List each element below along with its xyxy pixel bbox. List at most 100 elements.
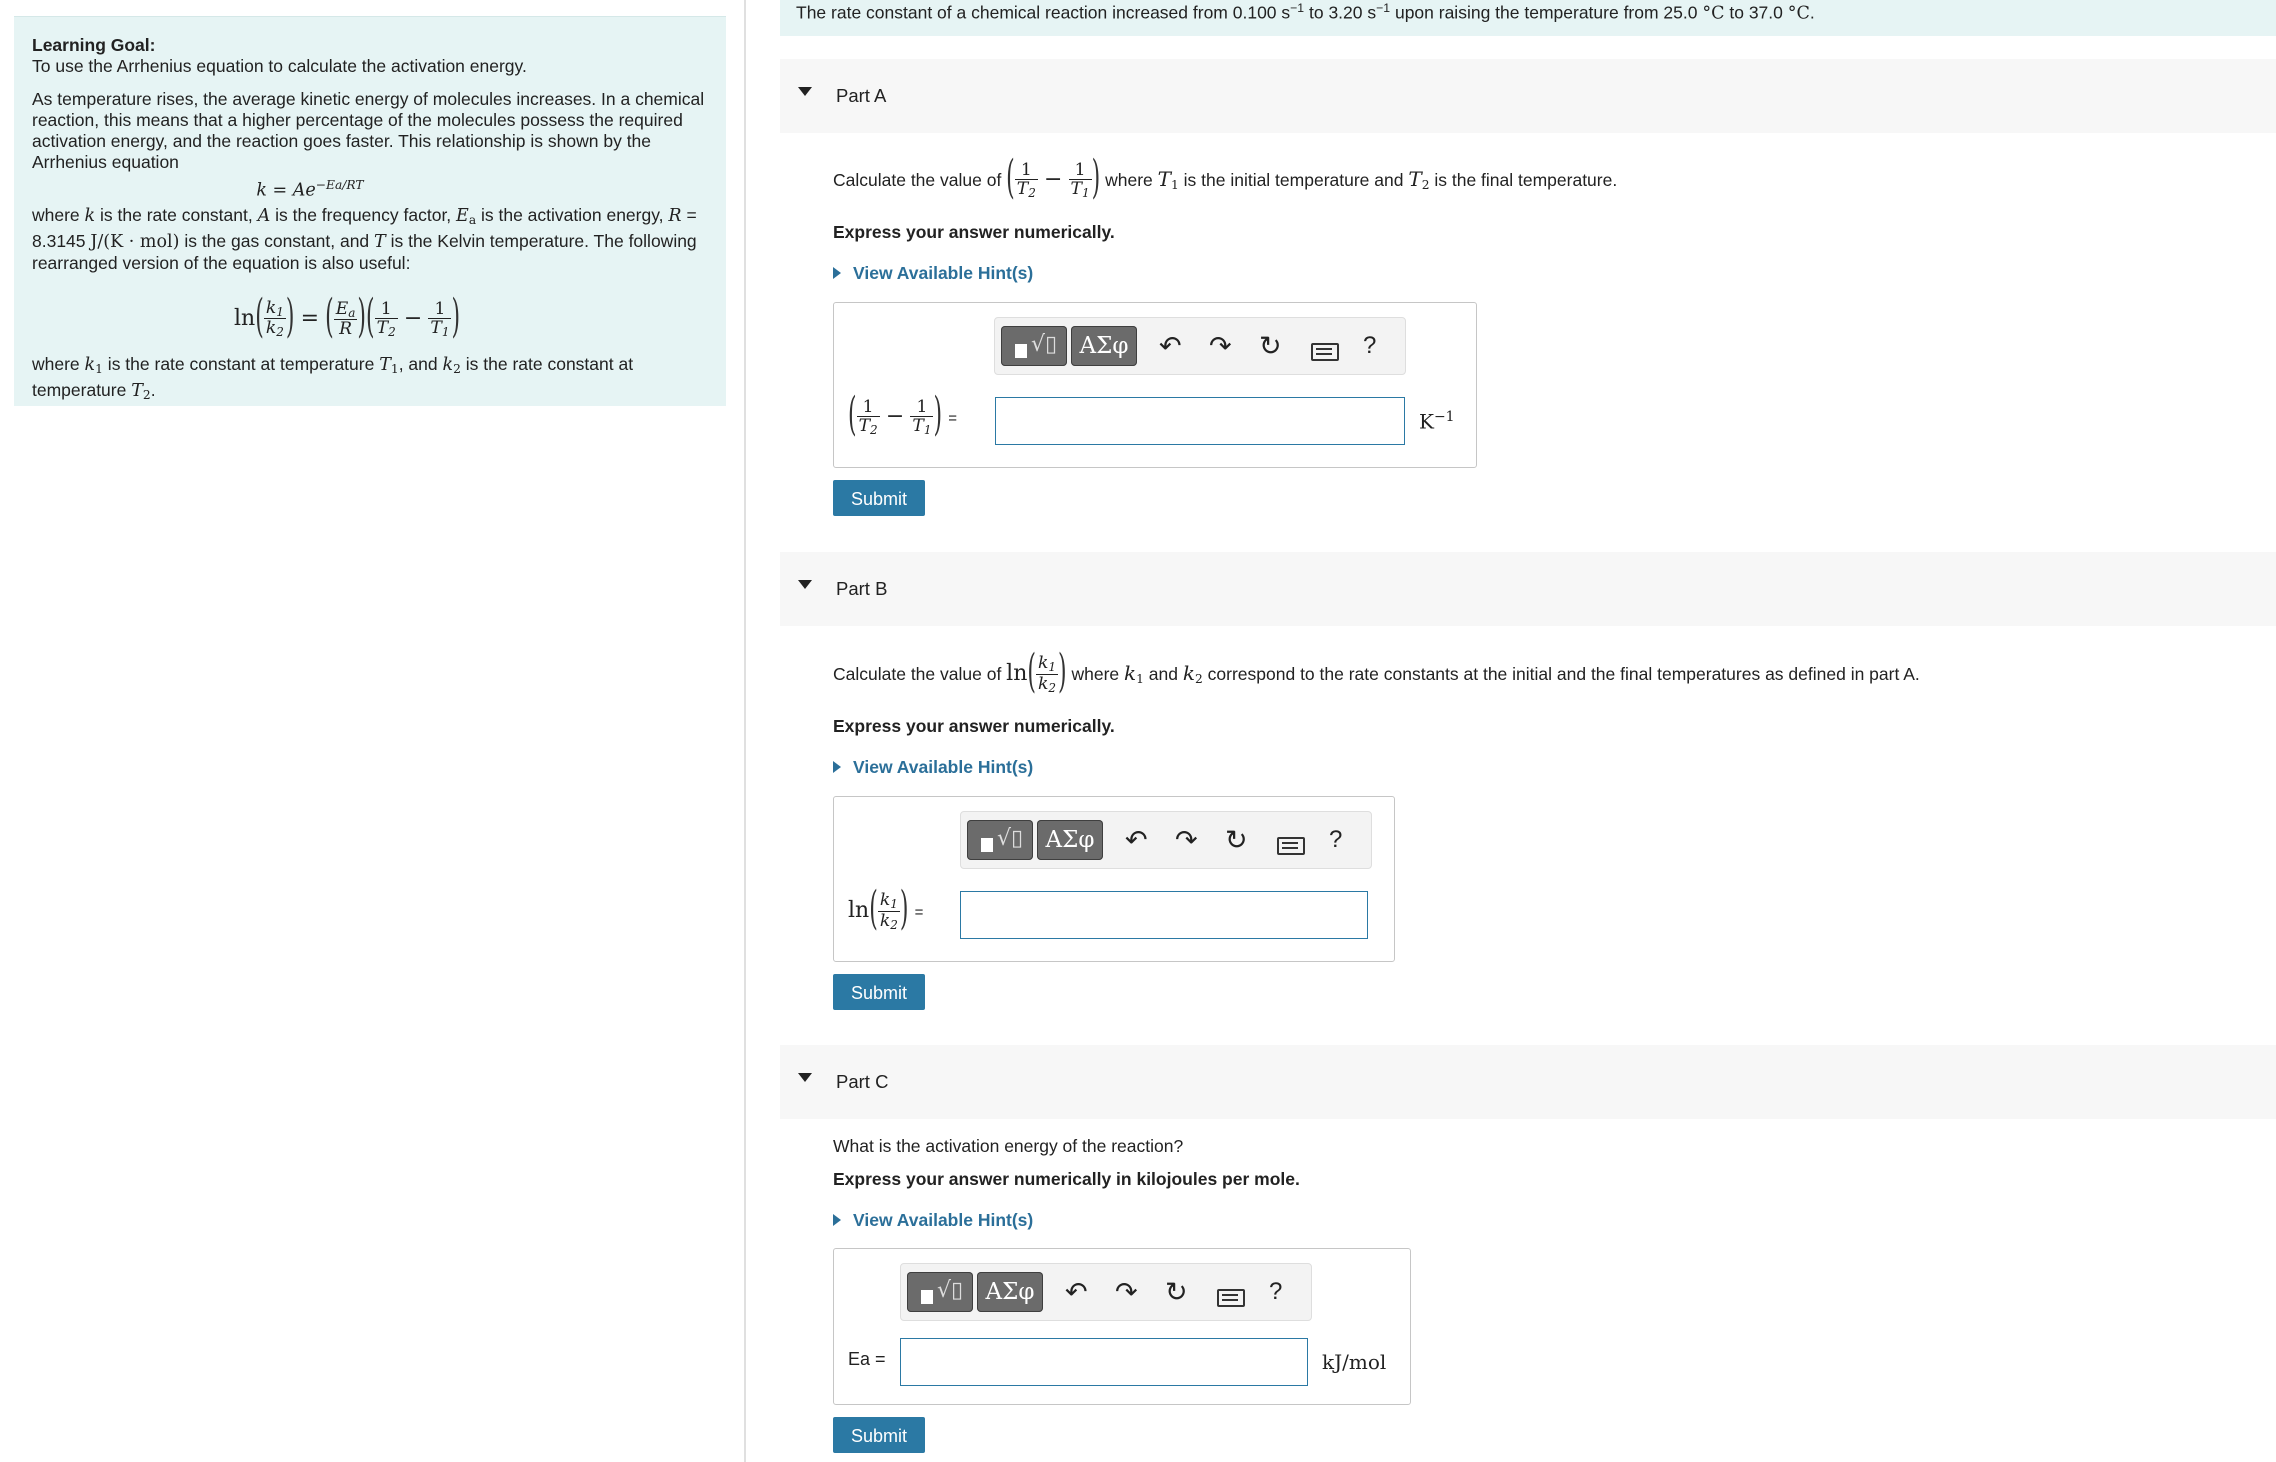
part-c-answer-label: Ea = bbox=[848, 1349, 886, 1369]
part-c-title: Part C bbox=[836, 1071, 889, 1092]
part-a-answer-input[interactable] bbox=[995, 397, 1405, 445]
sqrt-template-icon: √▯ bbox=[937, 1278, 964, 1303]
part-b-hint-link[interactable]: View Available Hint(s) bbox=[833, 757, 1033, 778]
part-b-answer-label: ln(k1 k2) = bbox=[848, 883, 924, 937]
part-a-question-expression: (1 T2 − 1 T1) bbox=[1006, 152, 1101, 206]
part-a-question-post-3: is the final temperature. bbox=[1429, 170, 1618, 190]
column-divider bbox=[744, 0, 746, 1462]
part-a-unit-base: K bbox=[1419, 409, 1434, 434]
def-text-b: is the rate constant, bbox=[95, 204, 258, 225]
def-text-f: is the gas constant, and bbox=[179, 230, 375, 251]
sqrt-template-icon: √▯ bbox=[1031, 332, 1058, 357]
arrhenius-equation-exponent: −Ea/RT bbox=[315, 178, 364, 192]
part-b-question-pre: Calculate the value of bbox=[833, 664, 1007, 684]
learning-goal-heading: Learning Goal: bbox=[32, 35, 156, 55]
part-b-header[interactable]: Part B bbox=[780, 552, 2276, 626]
templates-button[interactable]: √▯ bbox=[967, 820, 1033, 860]
part-a-question-pre: Calculate the value of bbox=[833, 170, 1007, 190]
collapse-caret-icon[interactable] bbox=[798, 580, 812, 589]
problem-exp-2: −1 bbox=[1376, 1, 1391, 15]
part-b-answer-box: √▯ ΑΣφ ↶ ↷ ↻ ? ln(k1 k2) = bbox=[833, 796, 1395, 962]
part-a-submit-button[interactable]: Submit bbox=[833, 480, 925, 516]
keyboard-icon[interactable] bbox=[1277, 837, 1305, 855]
collapse-caret-icon[interactable] bbox=[798, 87, 812, 96]
part-a-answer-box: √▯ ΑΣφ ↶ ↷ ↻ ? (1 T2 − 1 T1) = K−1 bbox=[833, 302, 1477, 468]
undo-icon[interactable]: ↶ bbox=[1065, 1276, 1088, 1308]
reset-icon[interactable]: ↻ bbox=[1259, 330, 1282, 362]
expand-triangle-icon bbox=[833, 1214, 841, 1226]
def-text-a: where bbox=[32, 204, 85, 225]
part-b-math-toolbar: √▯ ΑΣφ ↶ ↷ ↻ ? bbox=[960, 811, 1372, 869]
symbols-button[interactable]: ΑΣφ bbox=[1037, 820, 1103, 860]
part-c-answer-box: √▯ ΑΣφ ↶ ↷ ↻ ? Ea = kJ/mol bbox=[833, 1248, 1411, 1405]
help-icon[interactable]: ? bbox=[1363, 332, 1376, 360]
problem-text-5: . bbox=[1809, 2, 1815, 23]
part-b-submit-button[interactable]: Submit bbox=[833, 974, 925, 1010]
part-c-answer-input[interactable] bbox=[900, 1338, 1308, 1386]
part-c-submit-button[interactable]: Submit bbox=[833, 1417, 925, 1453]
part-c-hint-link[interactable]: View Available Hint(s) bbox=[833, 1210, 1033, 1231]
keyboard-icon[interactable] bbox=[1217, 1289, 1245, 1307]
part-b-question-post-1: where bbox=[1066, 664, 1125, 684]
part-c-hint-label: View Available Hint(s) bbox=[853, 1210, 1034, 1230]
redo-icon[interactable]: ↷ bbox=[1115, 1276, 1138, 1308]
part-a-title: Part A bbox=[836, 85, 887, 106]
expand-triangle-icon bbox=[833, 761, 841, 773]
part-a-question-post-2: is the initial temperature and bbox=[1178, 170, 1409, 190]
reset-icon[interactable]: ↻ bbox=[1225, 824, 1248, 856]
arrhenius-equation: k = Ae−Ea/RT bbox=[0, 175, 708, 202]
learning-goal-text: To use the Arrhenius equation to calcula… bbox=[32, 56, 527, 76]
help-icon[interactable]: ? bbox=[1269, 1278, 1282, 1306]
part-c-unit: kJ/mol bbox=[1322, 1350, 1387, 1374]
templates-button[interactable]: √▯ bbox=[1001, 326, 1067, 366]
def-text-d: is the activation energy, bbox=[476, 204, 669, 225]
part-a-answer-label: (1 T2 − 1 T1) = bbox=[848, 389, 957, 443]
symbols-button[interactable]: ΑΣφ bbox=[977, 1272, 1043, 1312]
def-text-c: is the frequency factor, bbox=[270, 204, 457, 225]
part-a-hint-link[interactable]: View Available Hint(s) bbox=[833, 263, 1033, 284]
rc-text-c: , and bbox=[398, 353, 443, 374]
part-b-hint-label: View Available Hint(s) bbox=[853, 757, 1034, 777]
part-a-question: Calculate the value of (1 T2 − 1 T1) where… bbox=[833, 152, 1618, 206]
part-a-math-toolbar: √▯ ΑΣφ ↶ ↷ ↻ ? bbox=[994, 317, 1406, 375]
rc-text-a: where bbox=[32, 353, 85, 374]
redo-icon[interactable]: ↷ bbox=[1209, 330, 1232, 362]
collapse-caret-icon[interactable] bbox=[798, 1073, 812, 1082]
sqrt-template-icon: √▯ bbox=[997, 826, 1024, 851]
gas-constant-unit: J/(K · mol) bbox=[90, 231, 180, 252]
problem-text-4: to 37.0 bbox=[1724, 2, 1788, 23]
part-b-answer-input[interactable] bbox=[960, 891, 1368, 939]
problem-text-2: to 3.20 s bbox=[1304, 2, 1377, 23]
problem-text-1: The rate constant of a chemical reaction… bbox=[796, 2, 1291, 23]
template-block-icon bbox=[981, 838, 993, 852]
undo-icon[interactable]: ↶ bbox=[1159, 330, 1182, 362]
keyboard-icon[interactable] bbox=[1311, 343, 1339, 361]
intro-paragraph: As temperature rises, the average kineti… bbox=[32, 89, 705, 172]
part-b-instruction: Express your answer numerically. bbox=[833, 716, 1115, 736]
part-c-instruction: Express your answer numerically in kiloj… bbox=[833, 1169, 1300, 1189]
rc-text-e: . bbox=[150, 379, 156, 400]
symbols-button[interactable]: ΑΣφ bbox=[1071, 326, 1137, 366]
template-block-icon bbox=[921, 1290, 933, 1304]
rearranged-equation: ln(k1 k2) = (Ea R)(1 T2 − 1 T1) bbox=[234, 291, 461, 345]
part-c-header[interactable]: Part C bbox=[780, 1045, 2276, 1119]
reset-icon[interactable]: ↻ bbox=[1165, 1276, 1188, 1308]
arrhenius-equation-base: k = Ae bbox=[256, 180, 316, 201]
rc-text-b: is the rate constant at temperature bbox=[102, 353, 380, 374]
problem-degree-1: °C bbox=[1702, 3, 1725, 24]
template-block-icon bbox=[1015, 344, 1027, 358]
part-a-unit: K−1 bbox=[1419, 409, 1455, 434]
part-a-header[interactable]: Part A bbox=[780, 59, 2276, 133]
part-a-unit-exponent: −1 bbox=[1433, 409, 1455, 425]
redo-icon[interactable]: ↷ bbox=[1175, 824, 1198, 856]
part-b-title: Part B bbox=[836, 578, 888, 599]
part-c-question: What is the activation energy of the rea… bbox=[833, 1136, 1184, 1156]
expand-triangle-icon bbox=[833, 267, 841, 279]
problem-exp-1: −1 bbox=[1290, 1, 1305, 15]
templates-button[interactable]: √▯ bbox=[907, 1272, 973, 1312]
problem-text-3: upon raising the temperature from 25.0 bbox=[1390, 2, 1703, 23]
learning-goal-panel: Learning Goal: To use the Arrhenius equa… bbox=[14, 16, 726, 406]
help-icon[interactable]: ? bbox=[1329, 826, 1342, 854]
part-b-question-post-3: correspond to the rate constants at the … bbox=[1202, 664, 1920, 684]
undo-icon[interactable]: ↶ bbox=[1125, 824, 1148, 856]
